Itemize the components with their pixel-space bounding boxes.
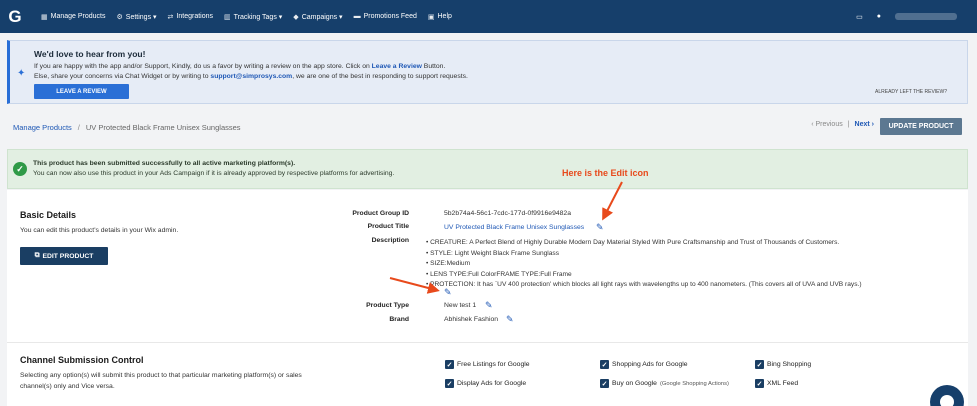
type-value: New test 1: [444, 302, 477, 309]
review-line-2: Else, share your concerns via Chat Widge…: [34, 73, 468, 80]
product-details-card: Basic Details You can edit this product'…: [7, 190, 968, 342]
group-id-label: Product Group ID: [352, 210, 409, 217]
channel-submission-section: Channel Submission Control Selecting any…: [7, 342, 968, 406]
card-icon[interactable]: ▭: [856, 13, 863, 21]
edit-description-icon[interactable]: ✎: [444, 287, 452, 298]
checkbox-xml-feed[interactable]: ✓ XML Feed: [755, 379, 798, 388]
channel-text-2: channel(s) only and Vice versa.: [20, 383, 115, 390]
ticket-icon: ▬: [353, 13, 361, 20]
support-email-link[interactable]: support@simprosys.com: [210, 73, 292, 80]
external-link-icon: ⧉: [34, 252, 40, 259]
nav-promotions-feed[interactable]: ▬ Promotions Feed: [354, 13, 417, 20]
breadcrumb-manage-products[interactable]: Manage Products: [13, 123, 72, 132]
checkbox-checked-icon: ✓: [755, 360, 764, 369]
nav-help[interactable]: ▣ Help: [428, 13, 452, 21]
title-value[interactable]: UV Protected Black Frame Unisex Sunglass…: [444, 224, 584, 231]
checkbox-checked-icon: ✓: [445, 379, 454, 388]
type-label: Product Type: [366, 302, 409, 309]
description-item: STYLE: Light Weight Black Frame Sunglass: [426, 249, 862, 260]
channel-text-1: Selecting any option(s) will submit this…: [20, 372, 302, 379]
leave-review-button[interactable]: LEAVE A REVIEW: [34, 84, 129, 99]
previous-link[interactable]: ‹ Previous: [811, 121, 843, 128]
lightbulb-icon: ✦: [17, 68, 26, 79]
already-reviewed-link[interactable]: ALREADY LEFT THE REVIEW?: [875, 89, 947, 95]
success-banner: ✓ This product has been submitted succes…: [7, 149, 968, 189]
description-item: LENS TYPE:Full ColorFRAME TYPE:Full Fram…: [426, 270, 862, 281]
nav-settings[interactable]: ⚙ Settings ▾: [117, 13, 157, 21]
checkbox-display-ads[interactable]: ✓ Display Ads for Google: [445, 379, 526, 388]
review-line-1: If you are happy with the app and/or Sup…: [34, 63, 446, 70]
review-banner: ✦ We'd love to hear from you! If you are…: [7, 40, 968, 104]
tag-icon: ◆: [293, 13, 299, 21]
checkbox-shopping-ads[interactable]: ✓ Shopping Ads for Google: [600, 360, 688, 369]
edit-title-icon[interactable]: ✎: [596, 222, 604, 233]
breadcrumb: Manage Products / UV Protected Black Fra…: [7, 116, 968, 138]
edit-type-icon[interactable]: ✎: [485, 300, 493, 311]
pager: ‹ Previous | Next ›: [811, 121, 874, 128]
success-line-1: This product has been submitted successf…: [33, 160, 296, 167]
checkbox-checked-icon: ✓: [600, 360, 609, 369]
update-product-button[interactable]: UPDATE PRODUCT: [880, 118, 962, 135]
gear-icon: ⚙: [116, 13, 123, 21]
success-line-2: You can now also use this product in you…: [33, 170, 395, 177]
next-link[interactable]: Next ›: [855, 121, 874, 128]
grid-icon: ▦: [41, 13, 48, 21]
check-circle-icon: ✓: [13, 162, 27, 176]
pager-divider: |: [847, 121, 850, 128]
description-item: CREATURE: A Perfect Blend of Highly Dura…: [426, 238, 862, 249]
bell-icon[interactable]: ●: [877, 13, 881, 20]
nav-manage-products[interactable]: ▦ Manage Products: [41, 13, 106, 21]
checkbox-buy-on-google[interactable]: ✓ Buy on Google (Google Shopping Actions): [600, 379, 729, 388]
nav-label: Integrations: [176, 13, 214, 20]
brand-label: Brand: [389, 316, 409, 323]
nav-campaigns[interactable]: ◆ Campaigns ▾: [293, 13, 342, 21]
description-item: SIZE:Medium: [426, 259, 862, 270]
title-label: Product Title: [367, 223, 409, 230]
description-item: PROTECTION: It has `UV 400 protection' w…: [426, 280, 861, 291]
edit-brand-icon[interactable]: ✎: [506, 314, 514, 325]
checkbox-bing-shopping[interactable]: ✓ Bing Shopping: [755, 360, 811, 369]
review-title: We'd love to hear from you!: [34, 49, 146, 59]
app-logo[interactable]: G: [0, 0, 30, 33]
description-list: CREATURE: A Perfect Blend of Highly Dura…: [426, 238, 862, 291]
nav-label: Manage Products: [50, 13, 106, 20]
brand-value: Abhishek Fashion: [444, 316, 499, 323]
nav-tracking-tags[interactable]: ▥ Tracking Tags ▾: [224, 13, 282, 21]
chart-icon: ▥: [224, 13, 231, 21]
checkbox-checked-icon: ✓: [755, 379, 764, 388]
nav-label: Campaigns ▾: [301, 13, 343, 21]
breadcrumb-current: UV Protected Black Frame Unisex Sunglass…: [85, 122, 241, 132]
edit-product-button[interactable]: ⧉ EDIT PRODUCT: [20, 247, 108, 265]
checkbox-checked-icon: ✓: [445, 360, 454, 369]
account-menu[interactable]: [895, 13, 957, 20]
annotation-label: Here is the Edit icon: [562, 168, 649, 178]
group-id-value: 5b2b74a4-56c1-7cdc-177d-0f9916e9482a: [444, 210, 571, 217]
nav-label: Promotions Feed: [363, 13, 417, 20]
nav-label: Tracking Tags ▾: [233, 13, 283, 21]
checkbox-free-listings[interactable]: ✓ Free Listings for Google: [445, 360, 530, 369]
nav-label: Help: [437, 13, 452, 20]
breadcrumb-separator: /: [77, 122, 80, 132]
leave-review-link[interactable]: Leave a Review: [372, 63, 422, 70]
nav-label: Settings ▾: [125, 13, 157, 21]
channel-title: Channel Submission Control: [20, 355, 144, 365]
nav-right: ▭ ●: [856, 0, 957, 33]
basic-details-text: You can edit this product's details in y…: [20, 227, 179, 234]
description-label: Description: [371, 237, 409, 244]
top-nav: G ▦ Manage Products ⚙ Settings ▾ ⇄ Integrat…: [0, 0, 977, 33]
integration-icon: ⇄: [167, 13, 174, 21]
basic-details-title: Basic Details: [20, 210, 77, 220]
help-icon: ▣: [427, 13, 435, 21]
nav-integrations[interactable]: ⇄ Integrations: [168, 13, 213, 21]
checkbox-checked-icon: ✓: [600, 379, 609, 388]
